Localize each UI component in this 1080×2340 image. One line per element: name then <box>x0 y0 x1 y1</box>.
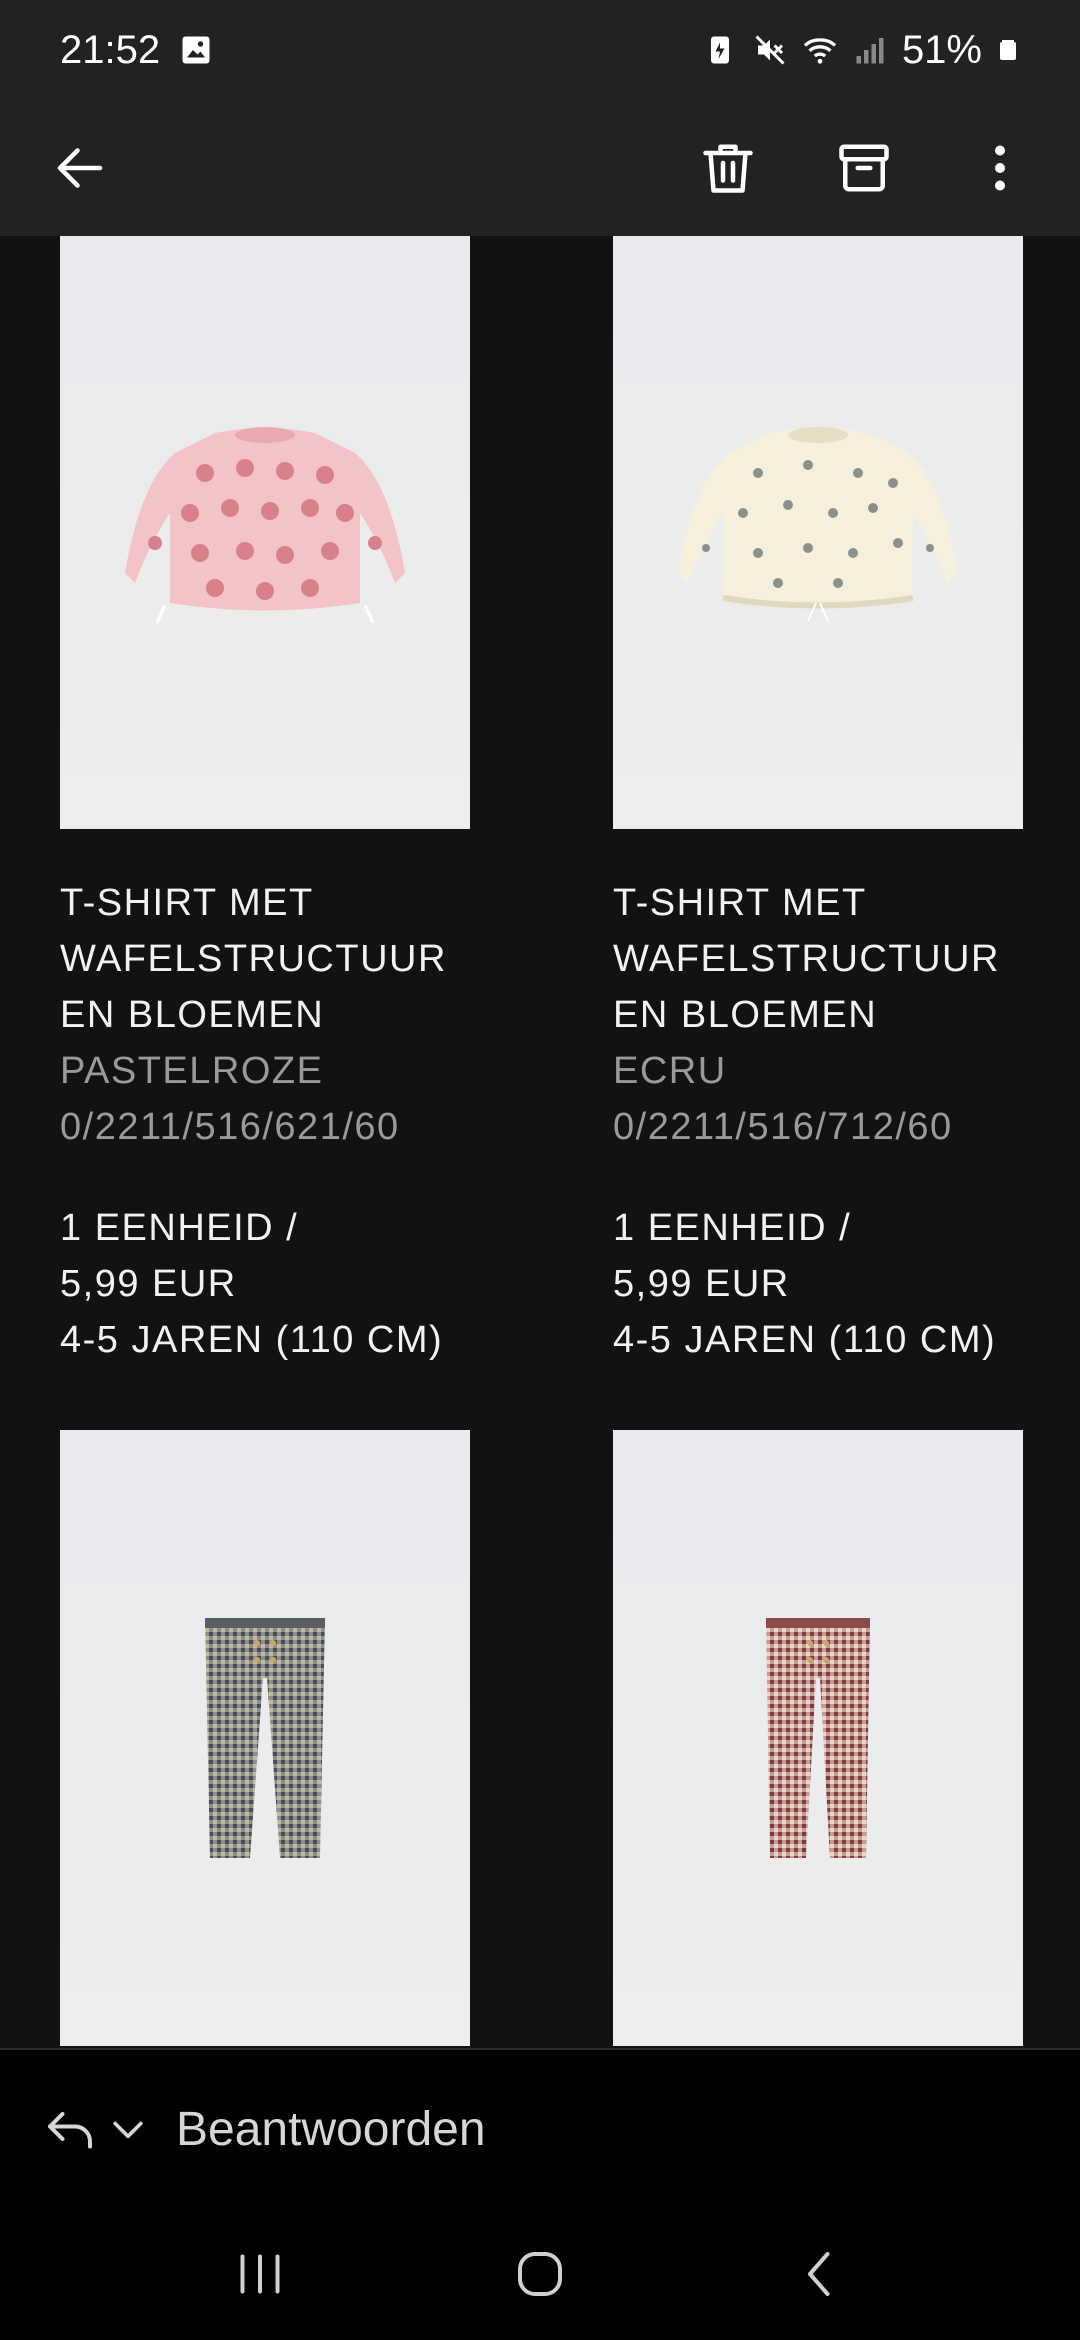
battery-percent: 51% <box>901 27 982 72</box>
product-color: ECRU <box>613 1050 727 1092</box>
product-title: T-SHIRT MET WAFELSTRUCTUUR EN BLOEMEN <box>613 882 1000 1036</box>
ecru-sweatshirt-image <box>678 426 958 621</box>
image-notification-icon <box>182 36 210 64</box>
archive-icon <box>839 144 889 192</box>
product-image[interactable] <box>60 1430 470 2046</box>
chevron-down-icon[interactable] <box>106 2107 150 2151</box>
product-card: T-SHIRT MET WAFELSTRUCTUUR EN BLOEMEN EC… <box>613 236 1023 1368</box>
app-bar <box>0 100 1080 236</box>
back-button[interactable] <box>40 128 120 208</box>
product-quantity-price: 1 EENHEID / 5,99 EUR 4-5 JAREN (110 CM) <box>613 1207 997 1361</box>
delete-button[interactable] <box>688 128 768 208</box>
product-reference: 0/2211/516/712/60 <box>613 1106 953 1148</box>
more-vertical-icon <box>995 145 1005 191</box>
recent-apps-button[interactable] <box>210 2234 310 2314</box>
product-quantity-price: 1 EENHEID / 5,99 EUR 4-5 JAREN (110 CM) <box>60 1207 444 1361</box>
arrow-left-icon <box>57 148 103 188</box>
status-time: 21:52 <box>60 27 161 72</box>
product-card <box>60 1430 470 2046</box>
product-color: PASTELROZE <box>60 1050 324 1092</box>
product-card <box>613 1430 1023 2046</box>
signal-icon <box>856 38 884 64</box>
battery-icon <box>1000 40 1016 60</box>
trash-icon <box>703 144 753 193</box>
recent-apps-icon <box>240 2254 280 2294</box>
product-reference: 0/2211/516/621/60 <box>60 1106 400 1148</box>
product-image[interactable] <box>613 236 1023 829</box>
product-image[interactable] <box>60 236 470 829</box>
more-options-button[interactable] <box>960 128 1040 208</box>
battery-saver-icon <box>710 36 729 64</box>
reply-icon <box>48 2112 92 2149</box>
system-nav-bar <box>0 2208 1080 2340</box>
reply-label[interactable]: Beantwoorden <box>176 2102 486 2157</box>
archive-button[interactable] <box>824 128 904 208</box>
chevron-left-icon <box>808 2252 830 2296</box>
pink-check-leggings-image <box>766 1618 870 1858</box>
reply-bar[interactable]: Beantwoorden <box>0 2048 1080 2208</box>
pink-sweatshirt-image <box>125 426 405 624</box>
wifi-icon <box>803 38 837 64</box>
status-bar: 21:52 51% <box>0 0 1080 100</box>
mute-icon <box>755 35 785 65</box>
home-icon <box>518 2252 562 2296</box>
email-content[interactable]: T-SHIRT MET WAFELSTRUCTUUR EN BLOEMEN PA… <box>0 236 1080 2048</box>
product-image[interactable] <box>613 1430 1023 2046</box>
system-back-button[interactable] <box>770 2234 870 2314</box>
product-card: T-SHIRT MET WAFELSTRUCTUUR EN BLOEMEN PA… <box>60 236 470 1368</box>
home-button[interactable] <box>490 2234 590 2314</box>
product-title: T-SHIRT MET WAFELSTRUCTUUR EN BLOEMEN <box>60 882 447 1036</box>
grey-check-leggings-image <box>205 1618 325 1858</box>
